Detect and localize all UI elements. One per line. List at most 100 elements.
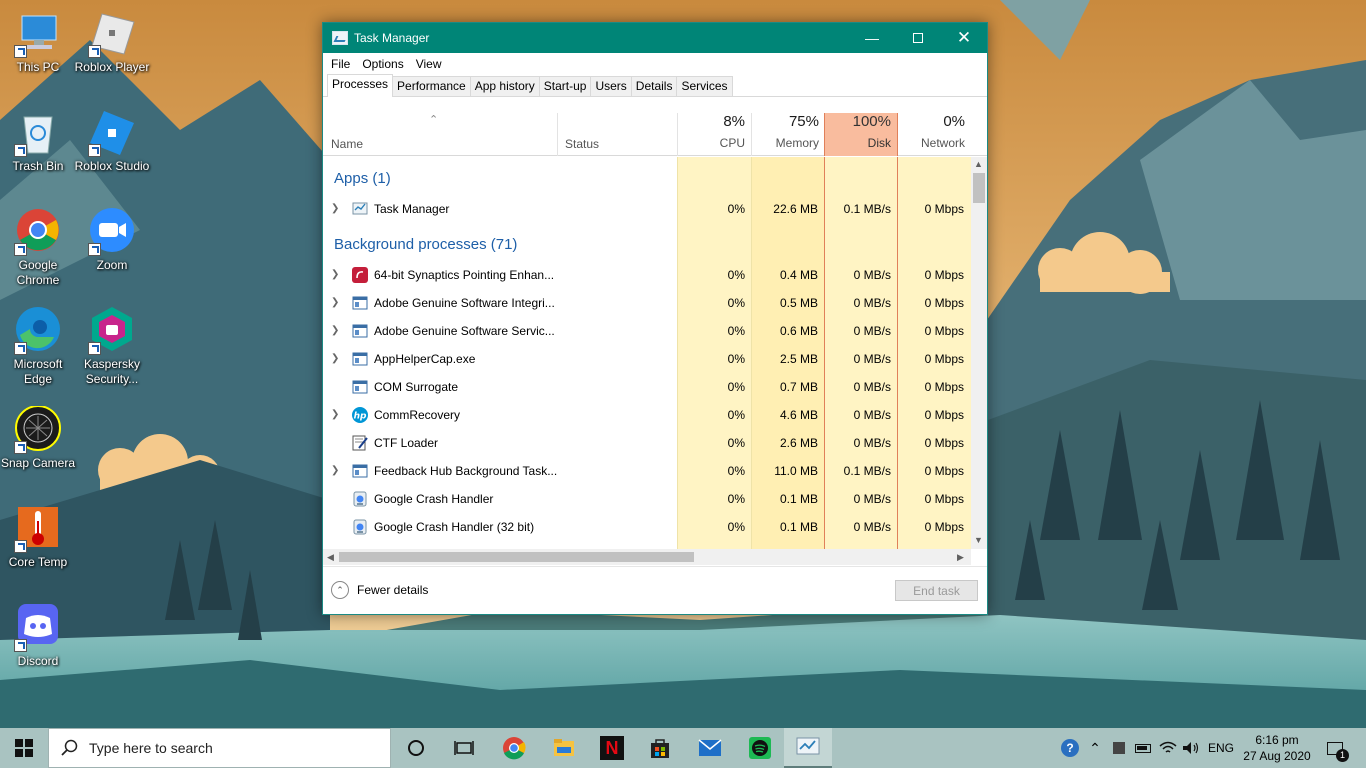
process-name: COM Surrogate — [374, 380, 459, 394]
column-headers: ⌃ Name Status 8% CPU 75% Memory 100% Dis… — [323, 113, 987, 156]
memory-value: 22.6 MB — [773, 202, 818, 216]
service-window-icon — [352, 351, 368, 367]
group-header-background-processes[interactable]: Background processes (71) — [334, 236, 517, 253]
cortana-button[interactable] — [392, 728, 440, 768]
table-row[interactable]: ❯ AppHelperCap.exe 0% 2.5 MB 0 MB/s 0 Mbps — [323, 345, 971, 373]
column-header-memory[interactable]: 75% Memory — [752, 113, 825, 156]
chrome-icon — [503, 737, 526, 760]
fewer-details-button[interactable]: ⌃ Fewer details — [331, 581, 428, 599]
group-header-apps[interactable]: Apps (1) — [334, 170, 391, 187]
desktop-icon-roblox-player[interactable]: Roblox Player — [74, 10, 150, 75]
show-hidden-icons-button[interactable]: ⌃ — [1084, 728, 1106, 768]
taskbar-netflix[interactable]: N — [588, 728, 636, 768]
menu-options[interactable]: Options — [356, 57, 409, 71]
close-button[interactable]: ✕ — [941, 23, 987, 53]
scroll-down-icon[interactable]: ▼ — [974, 535, 983, 545]
expand-chevron-icon[interactable]: ❯ — [331, 269, 341, 280]
taskbar-mail[interactable] — [686, 728, 734, 768]
menu-file[interactable]: File — [325, 57, 356, 71]
tab-details[interactable]: Details — [630, 76, 678, 96]
desktop-icon-trash-bin[interactable]: Trash Bin — [0, 109, 76, 174]
desktop-icon-roblox-studio[interactable]: Roblox Studio — [74, 109, 150, 174]
taskbar-task-manager[interactable] — [784, 728, 832, 768]
fewer-details-label: Fewer details — [357, 583, 429, 597]
taskbar-spotify[interactable] — [736, 728, 784, 768]
maximize-button[interactable] — [895, 23, 941, 53]
desktop-icon-this-pc[interactable]: This PC — [0, 10, 76, 75]
expand-chevron-icon[interactable]: ❯ — [331, 203, 341, 214]
desktop-icon-google-chrome[interactable]: Google Chrome — [0, 208, 76, 288]
expand-chevron-icon[interactable]: ❯ — [331, 353, 341, 364]
expand-chevron-icon[interactable]: ❯ — [331, 465, 341, 476]
table-row[interactable]: ❯ hp CommRecovery 0% 4.6 MB 0 MB/s 0 Mbps — [323, 401, 971, 429]
scroll-up-icon[interactable]: ▲ — [974, 159, 983, 169]
action-center-button[interactable]: 1 — [1320, 728, 1350, 768]
scroll-right-icon[interactable]: ▶ — [957, 552, 964, 563]
minimize-button[interactable]: — — [849, 23, 895, 53]
table-row[interactable]: Google Crash Handler 0% 0.1 MB 0 MB/s 0 Mbps — [323, 485, 971, 513]
tab-processes[interactable]: Processes — [327, 74, 394, 97]
shortcut-arrow-icon — [14, 243, 27, 256]
volume-icon[interactable] — [1180, 728, 1202, 768]
table-row[interactable]: Google Crash Handler (32 bit) 0% 0.1 MB 0 M… — [323, 513, 971, 541]
desktop-icon-zoom[interactable]: Zoom — [74, 208, 150, 273]
desktop-icon-microsoft-edge[interactable]: Microsoft Edge — [0, 307, 76, 387]
tab-performance[interactable]: Performance — [392, 76, 471, 96]
memory-label: Memory — [775, 136, 819, 150]
process-list: Apps (1) ❯ Task Manager 0% 22.6 MB 0.1 MB/s 0… — [323, 157, 971, 549]
table-row[interactable]: ❯ 64-bit Synaptics Pointing Enhan... 0% 0.4… — [323, 261, 971, 289]
battery-icon[interactable] — [1132, 728, 1154, 768]
column-header-disk[interactable]: 100% Disk — [824, 113, 898, 156]
table-row[interactable]: COM Surrogate 0% 0.7 MB 0 MB/s 0 Mbps — [323, 373, 971, 401]
shortcut-arrow-icon — [88, 243, 101, 256]
expand-chevron-icon[interactable]: ❯ — [331, 409, 341, 420]
clock[interactable]: 6:16 pm 27 Aug 2020 — [1238, 732, 1316, 764]
taskbar-store[interactable] — [636, 728, 684, 768]
taskbar-chrome[interactable] — [490, 728, 538, 768]
wifi-icon[interactable] — [1156, 728, 1180, 768]
tab-start-up[interactable]: Start-up — [538, 76, 592, 96]
table-row[interactable]: CTF Loader 0% 2.6 MB 0 MB/s 0 Mbps — [323, 429, 971, 457]
kaspersky-icon — [88, 307, 136, 355]
table-row[interactable]: ❯ Feedback Hub Background Task... 0% 11.0 M… — [323, 457, 971, 485]
scroll-left-icon[interactable]: ◀ — [327, 552, 334, 563]
search-placeholder: Type here to search — [89, 740, 213, 756]
tray-app-icon[interactable] — [1108, 728, 1130, 768]
tray-help-icon[interactable]: ? — [1058, 728, 1082, 768]
table-row[interactable]: ❯ Adobe Genuine Software Integri... 0% 0.5 … — [323, 289, 971, 317]
title-bar[interactable]: Task Manager — ✕ — [323, 23, 987, 53]
column-header-network[interactable]: 0% Network — [898, 113, 971, 156]
horizontal-scrollbar[interactable]: ◀ ▶ — [323, 549, 971, 565]
language-indicator[interactable]: ENG — [1206, 728, 1236, 768]
tab-users[interactable]: Users — [590, 76, 632, 96]
task-view-button[interactable] — [440, 728, 488, 768]
vertical-scroll-thumb[interactable] — [973, 173, 985, 203]
menu-bar: File Options View — [323, 53, 987, 75]
desktop-icon-discord[interactable]: Discord — [0, 604, 76, 669]
vertical-scrollbar[interactable]: ▲ ▼ — [971, 157, 987, 549]
table-row[interactable]: ❯ Adobe Genuine Software Servic... 0% 0.6 M… — [323, 317, 971, 345]
expand-chevron-icon[interactable]: ❯ — [331, 325, 341, 336]
tab-app-history[interactable]: App history — [469, 76, 540, 96]
disk-value: 0 MB/s — [853, 296, 891, 310]
desktop-icon-core-temp[interactable]: Core Temp — [0, 505, 76, 570]
column-header-cpu[interactable]: 8% CPU — [678, 113, 751, 156]
taskbar-file-explorer[interactable] — [540, 728, 588, 768]
cpu-total: 8% — [723, 113, 745, 130]
process-name: 64-bit Synaptics Pointing Enhan... — [374, 268, 555, 282]
cpu-value: 0% — [727, 324, 745, 338]
start-button[interactable] — [0, 728, 48, 768]
tab-services[interactable]: Services — [676, 76, 733, 96]
taskbar-search-box[interactable]: Type here to search — [48, 728, 391, 768]
desktop-icon-kaspersky[interactable]: Kaspersky Security... — [74, 307, 150, 387]
column-header-status[interactable]: Status — [565, 137, 599, 151]
end-task-button[interactable]: End task — [895, 580, 978, 601]
horizontal-scroll-thumb[interactable] — [339, 552, 694, 562]
disk-value: 0 MB/s — [853, 352, 891, 366]
expand-chevron-icon[interactable]: ❯ — [331, 297, 341, 308]
table-row[interactable]: ❯ Task Manager 0% 22.6 MB 0.1 MB/s 0 Mbps — [323, 195, 971, 223]
column-header-name[interactable]: Name — [331, 137, 363, 151]
menu-view[interactable]: View — [410, 57, 448, 71]
desktop-icon-snap-camera[interactable]: Snap Camera — [0, 405, 76, 471]
cpu-value: 0% — [727, 436, 745, 450]
